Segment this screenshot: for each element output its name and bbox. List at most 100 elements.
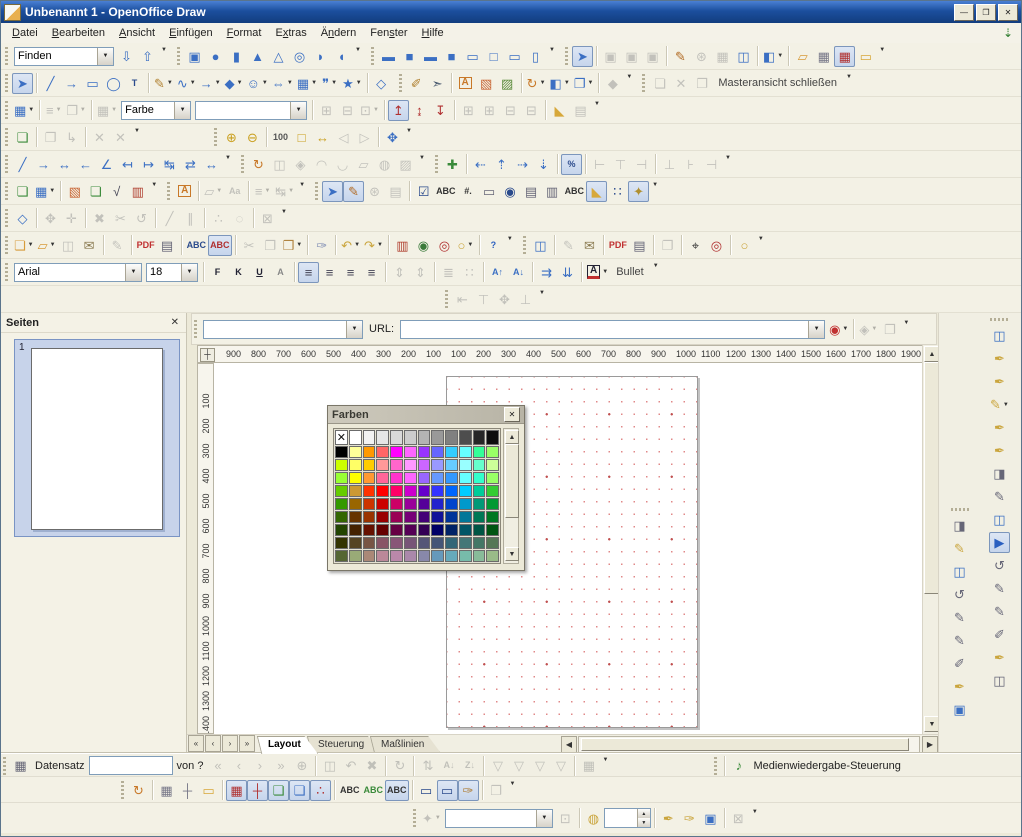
text-tool-button[interactable]: T [124,73,145,94]
color-swatch[interactable] [349,430,362,445]
dock-inner-frame-2-button[interactable]: ▣ [949,699,970,720]
form-controls-toolbar-grip[interactable] [315,182,318,200]
insert-formula-button[interactable]: √ [106,181,127,202]
color-swatch[interactable] [390,498,403,510]
palette-scroll-up-button[interactable]: ▲ [505,430,519,444]
last-record-button[interactable]: » [270,755,291,776]
enter-group-button[interactable]: ▣ [642,46,663,67]
zoom-in-button[interactable]: ⊕ [221,127,242,148]
find-down-button[interactable]: ⇩ [116,46,137,67]
color-swatch[interactable] [363,550,376,562]
insert-toolbar-grip[interactable] [5,182,8,200]
top-to-bottom-button[interactable]: ⇊ [557,262,578,283]
color-swatch[interactable] [404,446,417,458]
email-doc-button[interactable]: ✉ [579,235,600,256]
dock-inner-pen-2-button[interactable]: ✎ [949,607,970,628]
find-combo-input[interactable] [15,48,97,65]
color-swatch[interactable] [335,511,348,523]
checkbox-button[interactable]: ☑ [413,181,434,202]
dock-inner-frame-button[interactable]: ◫ [949,561,970,582]
font-size-combo-dropdown-icon[interactable]: ▼ [181,264,197,281]
line-arrow-start-button[interactable]: ← [75,154,96,175]
fontwork-gallery-button[interactable]: A [455,73,476,94]
fontwork-spacing-button[interactable]: ↹▼ [273,181,296,202]
color-swatch[interactable] [363,524,376,536]
snap-object-points-button[interactable]: ∴ [310,780,331,801]
menu-ndern[interactable]: Ändern [314,25,364,41]
large-handles-button[interactable]: ▭ [437,780,458,801]
color-swatch[interactable] [349,472,362,484]
color-swatch[interactable] [431,511,444,523]
color-swatch[interactable] [335,459,348,471]
position-size-button[interactable]: ⊛ [691,46,712,67]
color-swatch[interactable] [363,430,376,445]
insert-gluepoint-button[interactable]: ✚ [442,154,463,175]
rounded-square-unfilled-button[interactable]: ▯ [525,46,546,67]
glue-v-top-button[interactable]: ⊥ [659,154,680,175]
arrows-toolbar-grip[interactable] [5,155,8,173]
fontwork-more[interactable]: ▼ [296,179,308,203]
color-swatch[interactable] [390,537,403,549]
fontwork-shape-button[interactable]: ▱▼ [202,181,224,202]
form-select-button[interactable]: ➤ [322,181,343,202]
right-dock-outer-toolbar-grip[interactable] [990,318,1008,321]
menu-ansicht[interactable]: Ansicht [112,25,162,41]
cut-button[interactable]: ✂ [239,235,260,256]
color-swatch[interactable] [445,446,458,458]
convert-to-curve-button[interactable]: ↺ [131,208,152,229]
tab-nav-prev-button[interactable]: ‹ [205,735,221,752]
block-arrows-button[interactable]: ⇔▼ [270,73,295,94]
glue-points-button[interactable]: ✐ [406,73,427,94]
insert-column-button[interactable]: ⊞ [479,100,500,121]
zoom-100-button[interactable]: 100 [270,127,291,148]
torus-button[interactable]: ◎ [289,46,310,67]
color-settings-button[interactable]: ⊡ [555,808,576,829]
color-swatch[interactable] [473,524,486,536]
color-swatch[interactable] [390,511,403,523]
crop-button[interactable]: ⊠ [728,808,749,829]
rectangles-more[interactable]: ▼ [546,44,558,68]
3d-objects-more[interactable]: ▼ [352,44,364,68]
color-swatch[interactable] [486,524,499,536]
bold-button[interactable]: F [207,262,228,283]
color-swatch[interactable] [335,524,348,536]
palette-scrollbar[interactable]: ▲ ▼ [503,428,519,564]
zoom-out-button[interactable]: ⊖ [242,127,263,148]
zoom-button[interactable]: ○▼ [455,235,476,256]
area-fill-combo-dropdown-icon[interactable]: ▼ [290,102,306,119]
colors-dialog-titlebar[interactable]: Farben ✕ [328,406,524,424]
scroll-left-button[interactable]: ◀ [561,736,577,753]
vertical-scrollbar[interactable]: ▲ ▼ [922,345,938,734]
align-center-v-button[interactable]: ↨ [409,100,430,121]
pyramid-button[interactable]: △ [268,46,289,67]
color-swatch[interactable] [418,472,431,484]
zoom2-button[interactable]: ○ [734,235,755,256]
link-button-dropdown-icon[interactable]: ▼ [871,326,877,332]
master-view-more[interactable]: ▼ [843,71,855,95]
font-name-combo-dropdown-icon[interactable]: ▼ [125,264,141,281]
color-swatch[interactable] [486,485,499,497]
line-arrows-both-button[interactable]: ↔ [54,154,75,175]
new-button[interactable]: ❏▼ [12,235,36,256]
horizontal-scrollbar-track[interactable] [578,736,920,753]
area-style-combo-dropdown-icon[interactable]: ▼ [174,102,190,119]
transparency-spin-input[interactable] [605,809,637,827]
align-bottom-button[interactable]: ↧ [430,100,451,121]
color-swatch[interactable] [335,485,348,497]
color-swatch[interactable] [486,459,499,471]
connector-button-dropdown-icon[interactable]: ▼ [190,80,196,86]
dock-pen-4-button[interactable]: ✎ [989,601,1010,622]
square-unfilled-button[interactable]: □ [483,46,504,67]
image-toolbar-grip[interactable] [413,809,416,827]
glue-h-right-button[interactable]: ⊣ [631,154,652,175]
rectangles-toolbar-grip[interactable] [371,47,374,65]
color-swatch[interactable] [486,430,499,445]
area-style-button[interactable]: ✑ [679,808,700,829]
open-button-dropdown-icon[interactable]: ▼ [50,242,56,248]
color-swatch[interactable] [418,485,431,497]
menu-extras[interactable]: Extras [268,25,313,41]
target-frame-button[interactable]: ◉▼ [827,319,850,340]
line-spacing-button[interactable]: ⇕ [389,262,410,283]
dock-ink-4-button[interactable]: ✒ [989,440,1010,461]
flowchart-button-dropdown-icon[interactable]: ▼ [311,80,317,86]
